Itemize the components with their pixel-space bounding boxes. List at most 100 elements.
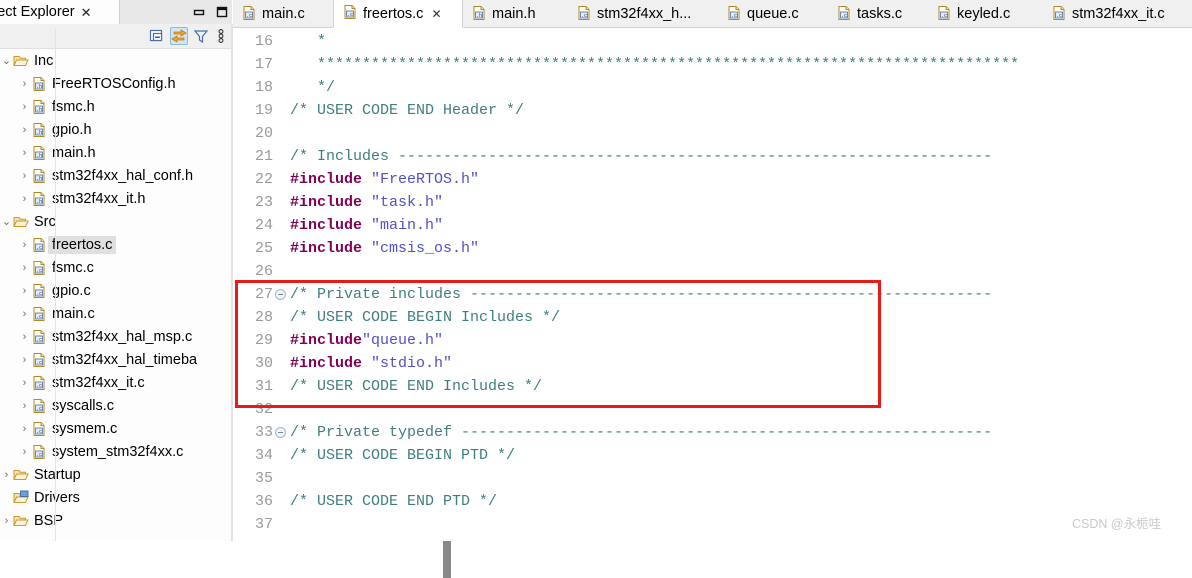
close-icon[interactable]: ✕: [81, 6, 92, 19]
tree-item-label: Startup: [34, 466, 81, 483]
tree-item-stm32f4xx-it-c[interactable]: › .c stm32f4xx_it.c: [0, 371, 232, 394]
tree-item-gpio-c[interactable]: › .c gpio.c: [0, 279, 232, 302]
code-text: /* Includes ----------------------------…: [290, 145, 992, 168]
editor-tab-label: tasks.c: [857, 6, 903, 22]
editor-tab-main-h[interactable]: .h main.h: [463, 0, 568, 28]
code-token: /* USER CODE BEGIN Includes */: [290, 309, 561, 326]
tree-item-label: Drivers: [34, 489, 80, 506]
tab-project-explorer-label: ject Explorer: [0, 4, 75, 20]
tree-item-label: gpio.h: [52, 121, 92, 138]
header-file-icon: .h: [471, 5, 487, 24]
collapse-all-icon[interactable]: [148, 27, 166, 45]
tree-item-freertos-c[interactable]: › .c freertos.c: [0, 233, 232, 256]
code-token: /* USER CODE END PTD */: [290, 493, 498, 510]
tree-item-inc[interactable]: ⌄ Inc: [0, 49, 232, 72]
project-explorer-panel: ject Explorer ✕ ⌄ Inc › .h FreeRTOSConfi…: [0, 0, 451, 578]
link-with-editor-icon[interactable]: [170, 27, 188, 45]
editor-tab-queue-c[interactable]: .c queue.c: [718, 0, 828, 28]
tree-item-fsmc-c[interactable]: › .c fsmc.c: [0, 256, 232, 279]
chevron-right-icon[interactable]: ›: [18, 354, 31, 366]
tree-item-label: syscalls.c: [52, 397, 115, 414]
fold-collapse-icon[interactable]: [275, 289, 286, 300]
editor-tab-tasks-c[interactable]: .c tasks.c: [828, 0, 928, 28]
editor-tabstrip: .c main.c .c freertos.c ✕ .h main.h .c stm32f4xx…: [233, 0, 1192, 28]
chevron-right-icon[interactable]: ⌄: [0, 215, 13, 228]
code-text: /* Private typedef ---------------------…: [290, 421, 992, 444]
chevron-right-icon[interactable]: ›: [18, 101, 31, 113]
tree-item-src[interactable]: ⌄ Src: [0, 210, 232, 233]
tree-item-drivers[interactable]: Drivers: [0, 486, 232, 509]
chevron-right-icon[interactable]: ›: [18, 446, 31, 458]
editor-tab-label: keyled.c: [957, 6, 1011, 22]
editor-tab-freertos-c[interactable]: .c freertos.c ✕: [333, 0, 463, 28]
svg-text:.c: .c: [36, 429, 42, 435]
tree-item-main-h[interactable]: › .h main.h: [0, 141, 232, 164]
tree-item-stm32f4xx-hal-conf-h[interactable]: › .h stm32f4xx_hal_conf.h: [0, 164, 232, 187]
chevron-right-icon[interactable]: ›: [18, 262, 31, 274]
folder-open-icon: [13, 513, 29, 529]
c-file-icon: .c: [31, 283, 47, 299]
editor-tab-keyled-c[interactable]: .c keyled.c: [928, 0, 1043, 28]
code-text: /* USER CODE BEGIN Includes */: [290, 306, 560, 329]
chevron-right-icon[interactable]: ›: [18, 124, 31, 136]
tree-item-bsp[interactable]: › BSP: [0, 509, 232, 532]
tree-item-syscalls-c[interactable]: › .c syscalls.c: [0, 394, 232, 417]
tree-item-label: stm32f4xx_hal_msp.c: [52, 328, 193, 345]
chevron-right-icon[interactable]: ›: [18, 193, 31, 205]
tree-item-gpio-h[interactable]: › .h gpio.h: [0, 118, 232, 141]
code-token: /* USER CODE END Includes */: [290, 378, 543, 395]
tree-item-label: stm32f4xx_it.c: [52, 374, 145, 391]
tree-item-label: stm32f4xx_hal_conf.h: [52, 167, 194, 184]
tree-item-sysmem-c[interactable]: › .c sysmem.c: [0, 417, 232, 440]
minimize-icon[interactable]: [192, 5, 206, 19]
line-number: 20: [254, 125, 273, 142]
chevron-right-icon[interactable]: ›: [18, 331, 31, 343]
fold-collapse-icon[interactable]: [275, 427, 286, 438]
svg-text:.h: .h: [476, 13, 482, 19]
tree-item-stm32f4xx-hal-timeba[interactable]: › .c stm32f4xx_hal_timeba: [0, 348, 232, 371]
editor-tab-main-c[interactable]: .c main.c: [233, 0, 333, 28]
chevron-right-icon[interactable]: ›: [18, 239, 31, 251]
maximize-icon[interactable]: [215, 5, 229, 19]
svg-text:.h: .h: [36, 199, 42, 205]
filter-icon[interactable]: [192, 27, 210, 45]
chevron-right-icon[interactable]: ›: [18, 147, 31, 159]
chevron-right-icon[interactable]: ›: [18, 308, 31, 320]
tab-project-explorer[interactable]: ject Explorer ✕: [0, 0, 120, 24]
view-menu-icon[interactable]: [216, 27, 226, 45]
line-number: 24: [254, 217, 273, 234]
editor-tab-label: stm32f4xx_it.c: [1072, 6, 1165, 22]
c-file-icon: .c: [576, 5, 592, 24]
chevron-right-icon[interactable]: ›: [18, 400, 31, 412]
editor-tab-stm32f4xx-h-[interactable]: .c stm32f4xx_h...: [568, 0, 718, 28]
gutter-separator: [55, 28, 56, 541]
code-token: /* Private typedef ---------------------…: [290, 424, 993, 441]
chevron-right-icon[interactable]: ›: [18, 423, 31, 435]
code-text-area[interactable]: 16 * 17 *********************************…: [233, 28, 1192, 541]
chevron-right-icon[interactable]: ›: [18, 78, 31, 90]
code-token: ****************************************…: [290, 56, 1020, 73]
tree-item-startup[interactable]: › Startup: [0, 463, 232, 486]
chevron-right-icon[interactable]: ›: [0, 469, 13, 481]
tree-item-fsmc-h[interactable]: › .h fsmc.h: [0, 95, 232, 118]
close-icon[interactable]: ✕: [431, 7, 441, 21]
chevron-right-icon[interactable]: ›: [18, 377, 31, 389]
tree-item-main-c[interactable]: › .c main.c: [0, 302, 232, 325]
tree-item-system-stm32f4xx-c[interactable]: › .c system_stm32f4xx.c: [0, 440, 232, 463]
chevron-right-icon[interactable]: ›: [18, 285, 31, 297]
tree-item-label: Src: [34, 213, 56, 230]
code-text: #include "cmsis_os.h": [290, 237, 479, 260]
editor-tab-label: main.h: [492, 6, 536, 22]
project-tree[interactable]: ⌄ Inc › .h FreeRTOSConfig.h › .h fsmc.h › .h gpio.…: [0, 49, 232, 541]
tree-item-stm32f4xx-it-h[interactable]: › .h stm32f4xx_it.h: [0, 187, 232, 210]
tree-scrollbar-track[interactable]: [221, 49, 451, 578]
tree-item-freertosconfig-h[interactable]: › .h FreeRTOSConfig.h: [0, 72, 232, 95]
editor-tab-stm32f4xx-it-c[interactable]: .c stm32f4xx_it.c: [1043, 0, 1188, 28]
code-text: #include "stdio.h": [290, 352, 452, 375]
c-file-icon: .c: [31, 352, 47, 368]
chevron-right-icon[interactable]: ›: [0, 515, 13, 527]
chevron-right-icon[interactable]: ›: [18, 170, 31, 182]
chevron-right-icon[interactable]: ⌄: [0, 54, 13, 67]
code-token: #include: [290, 240, 363, 257]
tree-item-stm32f4xx-hal-msp-c[interactable]: › .c stm32f4xx_hal_msp.c: [0, 325, 232, 348]
